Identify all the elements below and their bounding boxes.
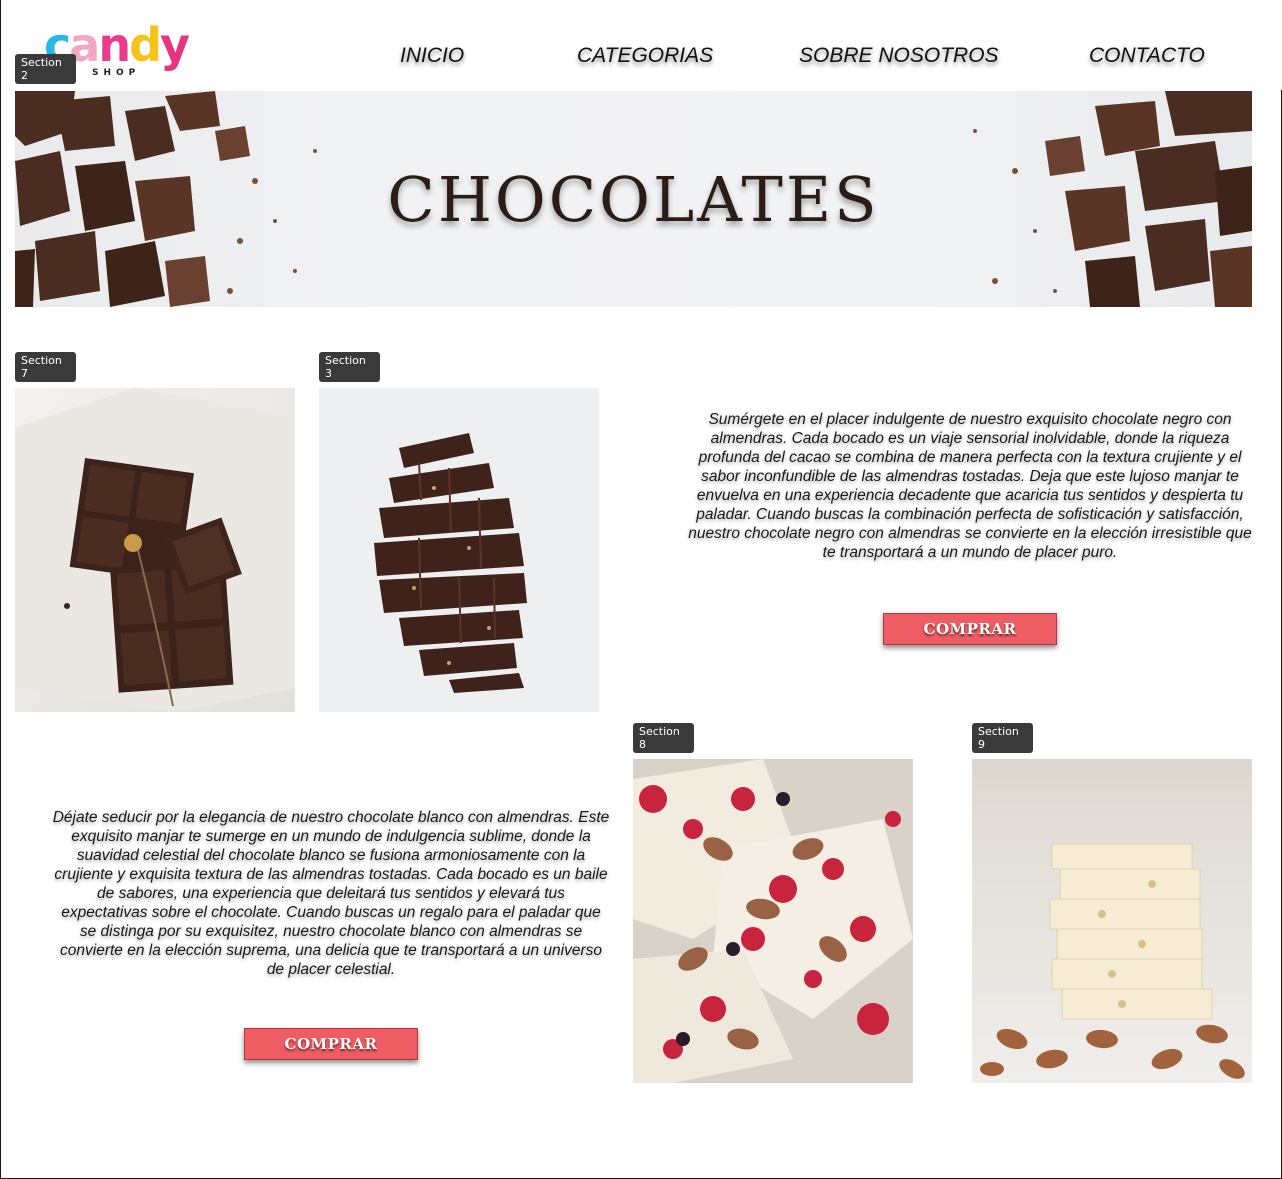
buy-white-chocolate-button[interactable]: COMPRAR xyxy=(244,1028,418,1060)
section-tag-photo-dark-2: Section 3 xyxy=(319,352,380,382)
nav-item-categorias[interactable]: CATEGORIAS xyxy=(577,44,713,68)
logo-letter: y xyxy=(160,18,190,72)
section-tag-photo-white-2: Section 9 xyxy=(972,723,1033,753)
white-chocolate-description: Déjate seducir por la elegancia de nuest… xyxy=(52,809,610,978)
dark-chocolate-photo-1 xyxy=(15,388,295,712)
hero-title: CHOCOLATES xyxy=(387,163,880,236)
nav-item-contacto[interactable]: CONTACTO xyxy=(1089,44,1205,68)
nav-item-inicio[interactable]: INICIO xyxy=(400,44,464,68)
nav-item-sobre-nosotros[interactable]: SOBRE NOSOTROS xyxy=(799,44,999,68)
dark-chocolate-photo-2 xyxy=(319,388,599,712)
section-tag-photo-white-1: Section 8 xyxy=(633,723,694,753)
section-tag-photo-dark-1: Section 7 xyxy=(15,352,76,382)
white-chocolate-photo-1 xyxy=(633,759,913,1083)
hero-banner: CHOCOLATES xyxy=(15,91,1252,307)
logo-subtitle: SHOP xyxy=(92,68,141,78)
dark-chocolate-description: Sumérgete en el placer indulgente de nue… xyxy=(688,411,1252,561)
white-chocolate-photo-2 xyxy=(972,759,1252,1083)
buy-dark-chocolate-button[interactable]: COMPRAR xyxy=(883,613,1057,645)
logo-letter: d xyxy=(129,18,162,72)
logo-letter: n xyxy=(98,18,131,72)
section-tag-header: Section 2 xyxy=(15,54,76,84)
